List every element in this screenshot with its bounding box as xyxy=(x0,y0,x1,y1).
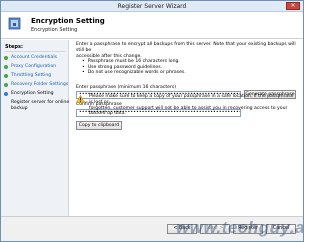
warning-line: Please make sure to keep a copy of your … xyxy=(89,94,294,105)
step-complete-icon xyxy=(4,82,8,87)
sidebar-item-throttling-setting[interactable]: Throttling Setting xyxy=(4,72,51,79)
steps-heading: Steps: xyxy=(5,44,23,50)
sidebar-item-label: Account Credentials xyxy=(11,55,58,60)
passphrase-label: Enter passphrase (minimum 16 characters) xyxy=(76,85,177,90)
window-title: Register Server Wizard xyxy=(117,3,187,10)
copy-to-clipboard-button[interactable]: Copy to clipboard xyxy=(76,121,122,130)
title-bar: Register Server Wizard ✕ xyxy=(1,1,303,12)
sidebar-item-label: backup xyxy=(11,106,28,111)
sidebar-item-label: Proxy Configuration xyxy=(11,64,57,69)
list-item: Do not use recognizable words or phrases… xyxy=(82,70,186,76)
warning-text: Please make sure to keep a copy of your … xyxy=(89,94,295,117)
warning-icon xyxy=(76,95,85,103)
steps-divider xyxy=(5,51,65,52)
step-complete-icon xyxy=(4,73,8,78)
step-pending-icon xyxy=(4,101,8,105)
list-item: Passphrase must be 16 characters long. xyxy=(82,59,186,65)
step-complete-icon xyxy=(4,55,8,60)
intro-line: Enter a passphrase to encrypt all backup… xyxy=(76,42,296,53)
wizard-lock-icon xyxy=(8,17,21,30)
intro-text: Enter a passphrase to encrypt all backup… xyxy=(76,42,296,60)
sidebar-item-encryption-setting[interactable]: Encryption Setting xyxy=(4,90,54,97)
sidebar-item-account-credentials[interactable]: Account Credentials xyxy=(4,54,57,61)
sidebar-item-register-server-cont: backup xyxy=(4,105,28,112)
page-subtitle: Encryption Setting xyxy=(31,27,78,33)
watermark-text: www.techguy.at xyxy=(176,218,304,237)
sidebar-item-label: Encryption Setting xyxy=(11,91,54,96)
wizard-window: Register Server Wizard ✕ Encryption Sett… xyxy=(0,0,304,242)
wizard-header: Encryption Setting Encryption Setting xyxy=(1,12,303,39)
requirements-list: Passphrase must be 16 characters long. U… xyxy=(82,59,186,76)
warning-line: forgotten, customer support will not be … xyxy=(89,105,288,117)
sidebar-item-label: Throttling Setting xyxy=(11,73,52,78)
sidebar-item-recovery-folder-settings[interactable]: Recovery Folder Settings xyxy=(4,81,68,88)
sidebar-item-proxy-configuration[interactable]: Proxy Configuration xyxy=(4,63,56,70)
step-complete-icon xyxy=(4,64,8,69)
close-button[interactable]: ✕ xyxy=(286,2,300,10)
sidebar-item-label: Recovery Folder Settings xyxy=(11,82,69,87)
page-title: Encryption Setting xyxy=(31,17,105,25)
step-current-icon xyxy=(4,91,8,96)
steps-sidebar: Steps: Account Credentials Proxy Configu… xyxy=(1,40,69,216)
